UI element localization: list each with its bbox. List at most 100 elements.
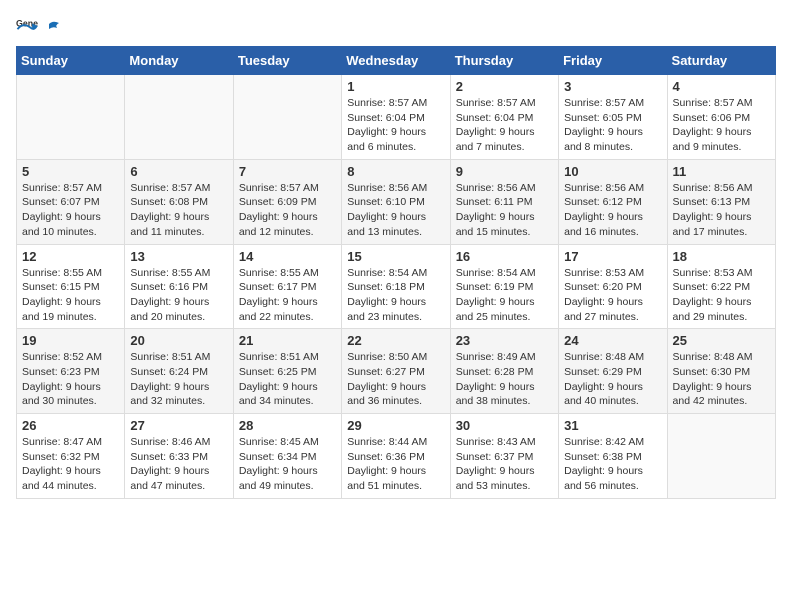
calendar-cell: 26 Sunrise: 8:47 AM Sunset: 6:32 PM Dayli… — [17, 414, 125, 499]
day-number: 8 — [347, 164, 444, 179]
cell-info: Sunrise: 8:54 AM Sunset: 6:18 PM Dayligh… — [347, 266, 444, 325]
cell-info: Sunrise: 8:44 AM Sunset: 6:36 PM Dayligh… — [347, 435, 444, 494]
cell-info: Sunrise: 8:56 AM Sunset: 6:13 PM Dayligh… — [673, 181, 770, 240]
day-number: 7 — [239, 164, 336, 179]
day-number: 10 — [564, 164, 661, 179]
cell-info: Sunrise: 8:55 AM Sunset: 6:16 PM Dayligh… — [130, 266, 227, 325]
calendar-week-row: 12 Sunrise: 8:55 AM Sunset: 6:15 PM Dayli… — [17, 244, 776, 329]
calendar-cell: 29 Sunrise: 8:44 AM Sunset: 6:36 PM Dayli… — [342, 414, 450, 499]
cell-info: Sunrise: 8:54 AM Sunset: 6:19 PM Dayligh… — [456, 266, 553, 325]
day-number: 25 — [673, 333, 770, 348]
cell-info: Sunrise: 8:57 AM Sunset: 6:09 PM Dayligh… — [239, 181, 336, 240]
cell-info: Sunrise: 8:57 AM Sunset: 6:08 PM Dayligh… — [130, 181, 227, 240]
day-number: 24 — [564, 333, 661, 348]
calendar-week-row: 1 Sunrise: 8:57 AM Sunset: 6:04 PM Daylig… — [17, 75, 776, 160]
calendar-cell: 11Sunrise: 8:56 AM Sunset: 6:13 PM Dayli… — [667, 159, 775, 244]
calendar-cell: 25 Sunrise: 8:48 AM Sunset: 6:30 PM Dayli… — [667, 329, 775, 414]
day-number: 19 — [22, 333, 119, 348]
cell-info: Sunrise: 8:53 AM Sunset: 6:20 PM Dayligh… — [564, 266, 661, 325]
day-number: 18 — [673, 249, 770, 264]
calendar-cell: 13Sunrise: 8:55 AM Sunset: 6:16 PM Dayli… — [125, 244, 233, 329]
cell-info: Sunrise: 8:56 AM Sunset: 6:12 PM Dayligh… — [564, 181, 661, 240]
header-day-friday: Friday — [559, 47, 667, 75]
day-number: 21 — [239, 333, 336, 348]
calendar-cell: 5 Sunrise: 8:57 AM Sunset: 6:07 PM Daylig… — [17, 159, 125, 244]
header-day-saturday: Saturday — [667, 47, 775, 75]
cell-info: Sunrise: 8:50 AM Sunset: 6:27 PM Dayligh… — [347, 350, 444, 409]
day-number: 4 — [673, 79, 770, 94]
day-number: 26 — [22, 418, 119, 433]
calendar-cell: 10 Sunrise: 8:56 AM Sunset: 6:12 PM Dayli… — [559, 159, 667, 244]
cell-info: Sunrise: 8:48 AM Sunset: 6:30 PM Dayligh… — [673, 350, 770, 409]
calendar-cell — [17, 75, 125, 160]
day-number: 20 — [130, 333, 227, 348]
calendar-header-row: SundayMondayTuesdayWednesdayThursdayFrid… — [17, 47, 776, 75]
logo-bird-icon — [43, 20, 61, 38]
calendar-week-row: 19Sunrise: 8:52 AM Sunset: 6:23 PM Dayli… — [17, 329, 776, 414]
cell-info: Sunrise: 8:47 AM Sunset: 6:32 PM Dayligh… — [22, 435, 119, 494]
day-number: 1 — [347, 79, 444, 94]
calendar-cell: 15 Sunrise: 8:54 AM Sunset: 6:18 PM Dayli… — [342, 244, 450, 329]
calendar-cell: 14Sunrise: 8:55 AM Sunset: 6:17 PM Dayli… — [233, 244, 341, 329]
calendar-cell — [125, 75, 233, 160]
calendar-cell: 23 Sunrise: 8:49 AM Sunset: 6:28 PM Dayli… — [450, 329, 558, 414]
day-number: 27 — [130, 418, 227, 433]
calendar-table: SundayMondayTuesdayWednesdayThursdayFrid… — [16, 46, 776, 499]
day-number: 12 — [22, 249, 119, 264]
day-number: 17 — [564, 249, 661, 264]
day-number: 30 — [456, 418, 553, 433]
calendar-week-row: 26 Sunrise: 8:47 AM Sunset: 6:32 PM Dayli… — [17, 414, 776, 499]
cell-info: Sunrise: 8:53 AM Sunset: 6:22 PM Dayligh… — [673, 266, 770, 325]
calendar-cell: 18 Sunrise: 8:53 AM Sunset: 6:22 PM Dayli… — [667, 244, 775, 329]
day-number: 14 — [239, 249, 336, 264]
day-number: 15 — [347, 249, 444, 264]
calendar-cell: 7 Sunrise: 8:57 AM Sunset: 6:09 PM Daylig… — [233, 159, 341, 244]
day-number: 9 — [456, 164, 553, 179]
header-day-wednesday: Wednesday — [342, 47, 450, 75]
day-number: 23 — [456, 333, 553, 348]
calendar-cell: 6 Sunrise: 8:57 AM Sunset: 6:08 PM Daylig… — [125, 159, 233, 244]
day-number: 28 — [239, 418, 336, 433]
calendar-cell: 20 Sunrise: 8:51 AM Sunset: 6:24 PM Dayli… — [125, 329, 233, 414]
calendar-cell: 30Sunrise: 8:43 AM Sunset: 6:37 PM Dayli… — [450, 414, 558, 499]
day-number: 22 — [347, 333, 444, 348]
calendar-week-row: 5 Sunrise: 8:57 AM Sunset: 6:07 PM Daylig… — [17, 159, 776, 244]
cell-info: Sunrise: 8:56 AM Sunset: 6:10 PM Dayligh… — [347, 181, 444, 240]
cell-info: Sunrise: 8:57 AM Sunset: 6:05 PM Dayligh… — [564, 96, 661, 155]
day-number: 6 — [130, 164, 227, 179]
calendar-cell: 21 Sunrise: 8:51 AM Sunset: 6:25 PM Dayli… — [233, 329, 341, 414]
cell-info: Sunrise: 8:56 AM Sunset: 6:11 PM Dayligh… — [456, 181, 553, 240]
calendar-cell: 8 Sunrise: 8:56 AM Sunset: 6:10 PM Daylig… — [342, 159, 450, 244]
calendar-cell: 31Sunrise: 8:42 AM Sunset: 6:38 PM Dayli… — [559, 414, 667, 499]
calendar-cell: 27 Sunrise: 8:46 AM Sunset: 6:33 PM Dayli… — [125, 414, 233, 499]
day-number: 3 — [564, 79, 661, 94]
calendar-cell — [233, 75, 341, 160]
calendar-cell: 16 Sunrise: 8:54 AM Sunset: 6:19 PM Dayli… — [450, 244, 558, 329]
cell-info: Sunrise: 8:51 AM Sunset: 6:24 PM Dayligh… — [130, 350, 227, 409]
cell-info: Sunrise: 8:45 AM Sunset: 6:34 PM Dayligh… — [239, 435, 336, 494]
calendar-cell: 12 Sunrise: 8:55 AM Sunset: 6:15 PM Dayli… — [17, 244, 125, 329]
calendar-cell: 3 Sunrise: 8:57 AM Sunset: 6:05 PM Daylig… — [559, 75, 667, 160]
calendar-cell: 19Sunrise: 8:52 AM Sunset: 6:23 PM Dayli… — [17, 329, 125, 414]
day-number: 16 — [456, 249, 553, 264]
cell-info: Sunrise: 8:49 AM Sunset: 6:28 PM Dayligh… — [456, 350, 553, 409]
cell-info: Sunrise: 8:55 AM Sunset: 6:15 PM Dayligh… — [22, 266, 119, 325]
header-day-tuesday: Tuesday — [233, 47, 341, 75]
header: General — [16, 16, 776, 38]
cell-info: Sunrise: 8:57 AM Sunset: 6:04 PM Dayligh… — [456, 96, 553, 155]
calendar-cell: 28 Sunrise: 8:45 AM Sunset: 6:34 PM Dayli… — [233, 414, 341, 499]
calendar-cell: 2Sunrise: 8:57 AM Sunset: 6:04 PM Daylig… — [450, 75, 558, 160]
calendar-cell: 24 Sunrise: 8:48 AM Sunset: 6:29 PM Dayli… — [559, 329, 667, 414]
cell-info: Sunrise: 8:57 AM Sunset: 6:07 PM Dayligh… — [22, 181, 119, 240]
calendar-cell — [667, 414, 775, 499]
cell-info: Sunrise: 8:48 AM Sunset: 6:29 PM Dayligh… — [564, 350, 661, 409]
header-day-monday: Monday — [125, 47, 233, 75]
cell-info: Sunrise: 8:51 AM Sunset: 6:25 PM Dayligh… — [239, 350, 336, 409]
cell-info: Sunrise: 8:42 AM Sunset: 6:38 PM Dayligh… — [564, 435, 661, 494]
day-number: 5 — [22, 164, 119, 179]
calendar-cell: 9 Sunrise: 8:56 AM Sunset: 6:11 PM Daylig… — [450, 159, 558, 244]
cell-info: Sunrise: 8:57 AM Sunset: 6:04 PM Dayligh… — [347, 96, 444, 155]
calendar-cell: 17 Sunrise: 8:53 AM Sunset: 6:20 PM Dayli… — [559, 244, 667, 329]
cell-info: Sunrise: 8:46 AM Sunset: 6:33 PM Dayligh… — [130, 435, 227, 494]
day-number: 29 — [347, 418, 444, 433]
